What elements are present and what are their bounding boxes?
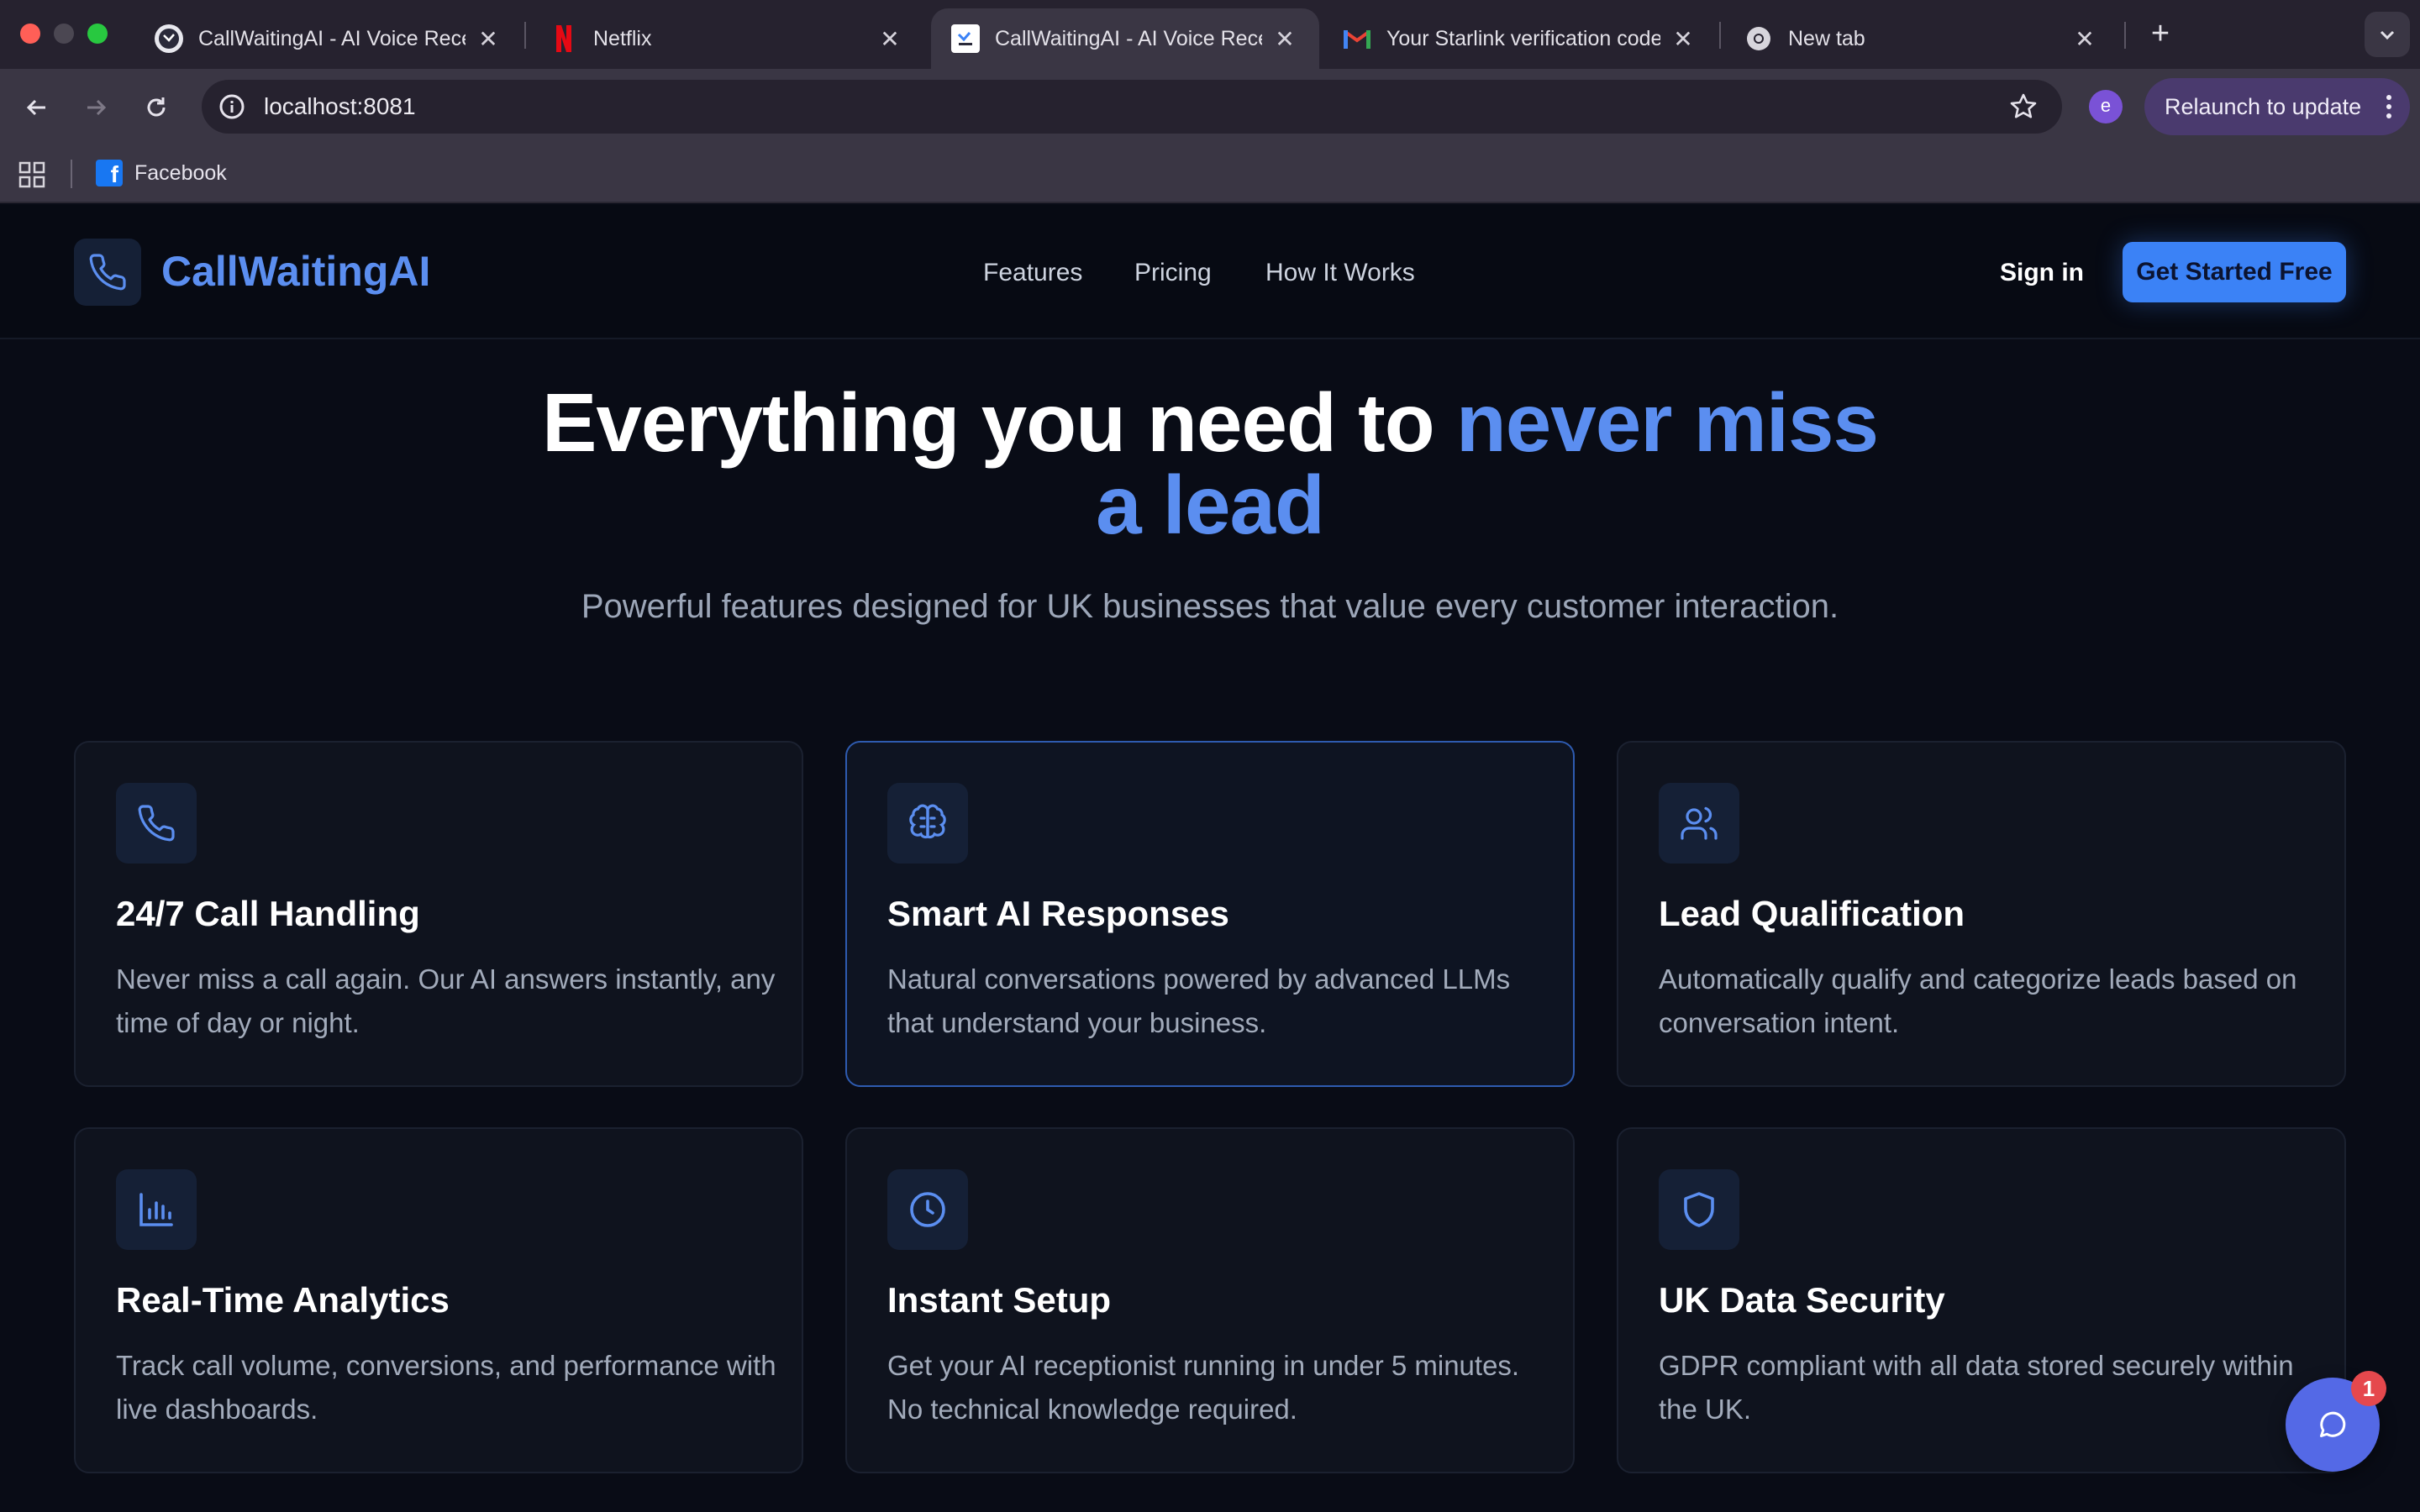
feature-title: 24/7 Call Handling <box>116 894 420 933</box>
feature-description: Natural conversations powered by advance… <box>887 963 1511 1038</box>
bookmarks-bar: f Facebook <box>0 144 2420 203</box>
hero-title-accent: never miss <box>1455 376 1879 469</box>
hero-title-accent: a lead <box>1096 459 1325 551</box>
site-info-icon[interactable] <box>217 92 247 122</box>
tab-title: Netflix <box>593 26 652 50</box>
facebook-icon: f <box>96 160 123 186</box>
feature-title: Real-Time Analytics <box>116 1280 450 1320</box>
feature-title: Smart AI Responses <box>887 894 1229 933</box>
apps-grid-icon[interactable] <box>18 161 45 188</box>
feature-card: Lead Qualification Automatically qualify… <box>1617 741 2346 1087</box>
feature-description: GDPR compliant with all data stored secu… <box>1659 1350 2294 1425</box>
close-icon[interactable]: ✕ <box>1670 25 1696 53</box>
profile-avatar[interactable]: e <box>2089 90 2123 123</box>
reload-button[interactable] <box>138 89 175 126</box>
logo-phone-icon[interactable] <box>74 239 141 306</box>
callwaiting-favicon-icon <box>155 24 183 53</box>
close-icon[interactable]: ✕ <box>476 25 501 53</box>
clock-icon <box>887 1169 968 1250</box>
bookmarks-separator <box>71 160 72 188</box>
hero-subtitle: Powerful features designed for UK busine… <box>581 588 1839 625</box>
feature-title: Lead Qualification <box>1659 894 1965 933</box>
shield-icon <box>1659 1169 1739 1250</box>
callwaiting-favicon-icon <box>951 24 980 53</box>
feature-card: UK Data Security GDPR compliant with all… <box>1617 1127 2346 1473</box>
bookmark-facebook[interactable]: f Facebook <box>96 160 227 186</box>
tab-title: CallWaitingAI - AI Voice Recep <box>995 26 1262 50</box>
tab-title: CallWaitingAI - AI Voice Recep <box>198 26 466 50</box>
netflix-icon <box>550 24 578 53</box>
arrow-right-icon <box>87 99 107 116</box>
feature-description: Automatically qualify and categorize lea… <box>1659 963 2297 1038</box>
web-page: CallWaitingAI Features Pricing How It Wo… <box>0 205 2420 1512</box>
users-icon <box>1659 783 1739 864</box>
tab-separator <box>1719 22 1721 49</box>
get-started-button[interactable]: Get Started Free <box>2123 242 2346 302</box>
tab-search-button[interactable] <box>2365 12 2410 57</box>
browser-tab[interactable]: CallWaitingAI - AI Voice Recep ✕ <box>134 8 523 69</box>
brain-icon <box>887 783 968 864</box>
chrome-icon <box>1744 24 1773 53</box>
hero-title: Everything you need to never miss a lead <box>370 381 2050 546</box>
tab-separator <box>2124 22 2126 49</box>
browser-toolbar: localhost:8081 e Relaunch to update <box>0 69 2420 144</box>
close-icon[interactable]: ✕ <box>1272 25 1297 53</box>
relaunch-button[interactable]: Relaunch to update <box>2144 78 2410 135</box>
browser-tab-bar: CallWaitingAI - AI Voice Recep ✕ Netflix… <box>0 0 2420 69</box>
reload-icon <box>147 97 166 117</box>
close-window-button[interactable] <box>20 24 40 44</box>
nav-link-pricing[interactable]: Pricing <box>1134 259 1212 287</box>
close-icon[interactable]: ✕ <box>877 25 902 53</box>
nav-link-how-it-works[interactable]: How It Works <box>1265 259 1415 287</box>
bar-chart-icon <box>116 1169 197 1250</box>
arrow-left-icon <box>26 99 45 116</box>
feature-description: Never miss a call again. Our AI answers … <box>116 963 776 1038</box>
close-icon[interactable]: ✕ <box>2072 25 2097 53</box>
phone-icon <box>116 783 197 864</box>
tab-title: New tab <box>1788 26 1865 50</box>
bookmark-star-icon[interactable] <box>2008 92 2039 122</box>
more-menu-icon[interactable] <box>2383 90 2395 123</box>
feature-card: Instant Setup Get your AI receptionist r… <box>845 1127 1575 1473</box>
browser-tab[interactable]: Netflix ✕ <box>529 8 924 69</box>
browser-tab[interactable]: Your Starlink verification code ✕ <box>1323 8 1718 69</box>
hero-title-plain: Everything you need to <box>542 376 1456 469</box>
site-header: CallWaitingAI Features Pricing How It Wo… <box>0 205 2420 339</box>
notification-badge: 1 <box>2351 1371 2386 1406</box>
browser-tab[interactable]: New tab ✕ <box>1724 8 2119 69</box>
feature-title: UK Data Security <box>1659 1280 1945 1320</box>
bookmark-label: Facebook <box>134 160 227 185</box>
tab-separator <box>524 22 526 49</box>
back-button[interactable] <box>18 89 55 126</box>
forward-button[interactable] <box>77 89 114 126</box>
minimize-window-button[interactable] <box>54 24 74 44</box>
feature-card: Real-Time Analytics Track call volume, c… <box>74 1127 803 1473</box>
feature-description: Get your AI receptionist running in unde… <box>887 1350 1520 1425</box>
feature-description: Track call volume, conversions, and perf… <box>116 1350 776 1425</box>
sign-in-link[interactable]: Sign in <box>2000 259 2084 287</box>
chat-bubble-icon <box>2320 1411 2346 1437</box>
relaunch-label: Relaunch to update <box>2165 93 2362 119</box>
site-logo-text[interactable]: CallWaitingAI <box>161 247 430 296</box>
feature-title: Instant Setup <box>887 1280 1112 1320</box>
address-bar[interactable]: localhost:8081 <box>202 80 2062 134</box>
browser-tab-active[interactable]: CallWaitingAI - AI Voice Recep ✕ <box>931 8 1319 69</box>
gmail-icon <box>1343 24 1371 53</box>
maximize-window-button[interactable] <box>87 24 108 44</box>
feature-card: 24/7 Call Handling Never miss a call aga… <box>74 741 803 1087</box>
nav-link-features[interactable]: Features <box>983 259 1082 287</box>
tab-title: Your Starlink verification code <box>1386 26 1660 50</box>
feature-card: Smart AI Responses Natural conversations… <box>845 741 1575 1087</box>
url-text[interactable]: localhost:8081 <box>264 93 416 120</box>
new-tab-button[interactable]: + <box>2141 15 2180 54</box>
